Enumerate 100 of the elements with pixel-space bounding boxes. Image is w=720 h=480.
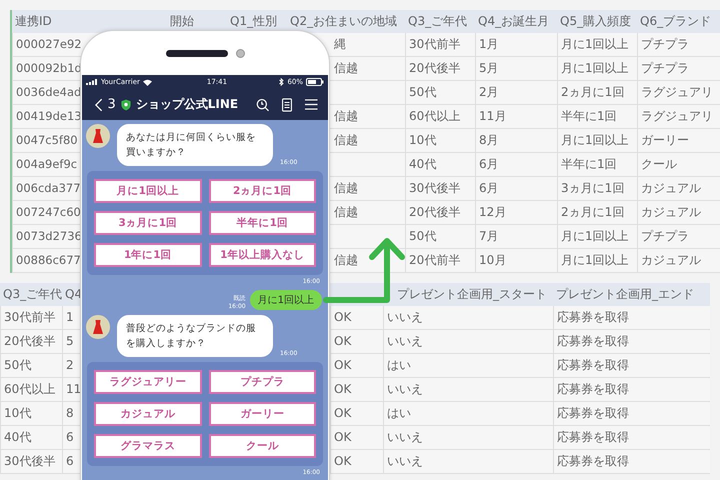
table-cell: 40代 <box>4 430 32 444</box>
table-cell: 004a9ef9c <box>16 157 78 171</box>
table-cell: OK <box>334 358 352 372</box>
quick-reply-button[interactable]: プチプラ <box>208 370 316 394</box>
table-cell: カジュアル <box>641 181 701 195</box>
table-cell: 10代 <box>4 406 32 420</box>
table-cell: OK <box>334 310 352 324</box>
table-cell: 応募券を取得 <box>557 406 629 420</box>
table-cell: 6 <box>66 430 74 444</box>
table-cell: 5月 <box>479 61 499 75</box>
table-cell: 60代以上 <box>4 382 56 396</box>
table-cell: 60代以上 <box>409 109 460 123</box>
quick-reply-button[interactable]: ラグジュアリー <box>94 370 202 394</box>
table-cell: 信越 <box>334 205 358 219</box>
table-cell: 00419de13 <box>16 109 82 123</box>
back-icon[interactable] <box>95 96 102 112</box>
table-cell: 月に1回以上 <box>561 61 629 75</box>
quick-reply-button[interactable]: クール <box>208 434 316 458</box>
table-cell: 30代前半 <box>409 37 460 51</box>
table-cell: 50代 <box>409 229 436 243</box>
column-header: プレゼント企画用_スタート <box>397 287 547 301</box>
table-cell: はい <box>387 358 411 372</box>
table-cell: 応募券を取得 <box>557 358 629 372</box>
quick-reply-button[interactable]: グラマラス <box>94 434 202 458</box>
table-cell: 6 <box>66 454 74 468</box>
column-header: 連携ID <box>12 10 167 33</box>
table-cell: プチプラ <box>641 37 689 51</box>
table-cell: 2 <box>66 358 74 372</box>
table-cell: はい <box>387 406 411 420</box>
table-cell: 50代 <box>409 85 436 99</box>
table-cell: 半年に1回 <box>561 109 617 123</box>
table-cell: いいえ <box>387 334 423 348</box>
table-cell: 30代後半 <box>4 454 56 468</box>
dress-avatar-icon <box>86 124 110 148</box>
table-cell: 10代 <box>409 133 436 147</box>
table-cell: 信越 <box>334 181 358 195</box>
unread-count: 3 <box>108 97 116 112</box>
table-cell: 20代後半 <box>409 205 460 219</box>
dress-avatar-icon <box>86 315 110 339</box>
table-cell: ガーリー <box>641 133 689 147</box>
table-cell: 月に1回以上 <box>561 37 629 51</box>
table-cell: プチプラ <box>641 61 689 75</box>
note-icon[interactable] <box>282 96 292 112</box>
table-cell: 月に1回以上 <box>561 133 629 147</box>
message-bubble: 月に1回以上 <box>250 290 322 310</box>
table-cell: 10月 <box>479 253 506 267</box>
table-cell: 月に1回以上 <box>561 229 629 243</box>
table-cell: 信越 <box>334 253 358 267</box>
wifi-icon <box>142 78 152 86</box>
table-cell: 0073d2736 <box>16 229 82 243</box>
table-cell: ラグジュアリ <box>641 85 713 99</box>
table-cell: いいえ <box>387 382 423 396</box>
table-cell: 月に1回以上 <box>561 253 629 267</box>
table-cell: 20代後半 <box>4 334 56 348</box>
speaker-slot <box>166 50 228 56</box>
camera-lens <box>236 48 244 58</box>
table-cell: 40代 <box>409 157 436 171</box>
table-cell: 7月 <box>479 229 499 243</box>
search-icon[interactable] <box>256 96 270 112</box>
table-cell: 半年に1回 <box>561 157 617 171</box>
quick-reply-button[interactable]: カジュアル <box>94 402 202 426</box>
quick-reply-button[interactable]: 3ヵ月に1回 <box>94 211 202 235</box>
menu-icon[interactable] <box>305 98 318 111</box>
column-header: Q2_お住まいの地域 <box>287 10 405 33</box>
table-cell: 20代前半 <box>409 253 460 267</box>
quick-reply-button[interactable]: 半年に1回 <box>208 211 316 235</box>
column-header: プレゼント企画用_エンド <box>553 283 710 306</box>
table-cell: 3ヵ月に1回 <box>561 181 624 195</box>
table-cell: いいえ <box>387 454 423 468</box>
quick-reply-button[interactable]: 2ヵ月に1回 <box>208 179 316 203</box>
table-cell: いいえ <box>387 430 423 444</box>
table-cell: OK <box>334 430 352 444</box>
table-cell: カジュアル <box>641 253 701 267</box>
table-cell: 応募券を取得 <box>557 454 629 468</box>
table-cell: 応募券を取得 <box>557 334 629 348</box>
table-cell: OK <box>334 406 352 420</box>
table-cell: プチプラ <box>641 229 689 243</box>
quick-reply-button[interactable]: ガーリー <box>208 402 316 426</box>
quick-reply-button[interactable]: 1年以上購入なし <box>208 243 316 267</box>
table-cell: クール <box>641 157 677 171</box>
table-cell: 1月 <box>479 37 499 51</box>
table-cell: 信越 <box>334 109 358 123</box>
shield-icon <box>120 98 131 112</box>
quick-reply-button[interactable]: 月に1回以上 <box>94 179 202 203</box>
table-cell: 0036de4ad <box>16 85 82 99</box>
table-cell: 006cda377 <box>16 181 81 195</box>
table-cell: 30代後半 <box>409 181 460 195</box>
column-header: Q4_お誕生月 <box>475 10 557 33</box>
table-cell: いいえ <box>387 310 423 324</box>
table-cell: 縄 <box>334 37 346 51</box>
table-cell: ラグジュアリ <box>641 109 713 123</box>
table-cell: 2月 <box>479 85 499 99</box>
quick-reply-button[interactable]: 1年に1回 <box>94 243 202 267</box>
table-cell: 5 <box>66 334 74 348</box>
chat-title: ショップ公式LINE <box>136 96 238 113</box>
table-cell: 1 <box>66 310 74 324</box>
table-cell: 信越 <box>334 133 358 147</box>
table-cell: 応募券を取得 <box>557 310 629 324</box>
table-cell: 8 <box>66 406 74 420</box>
table-cell: 00886c677 <box>16 253 81 267</box>
